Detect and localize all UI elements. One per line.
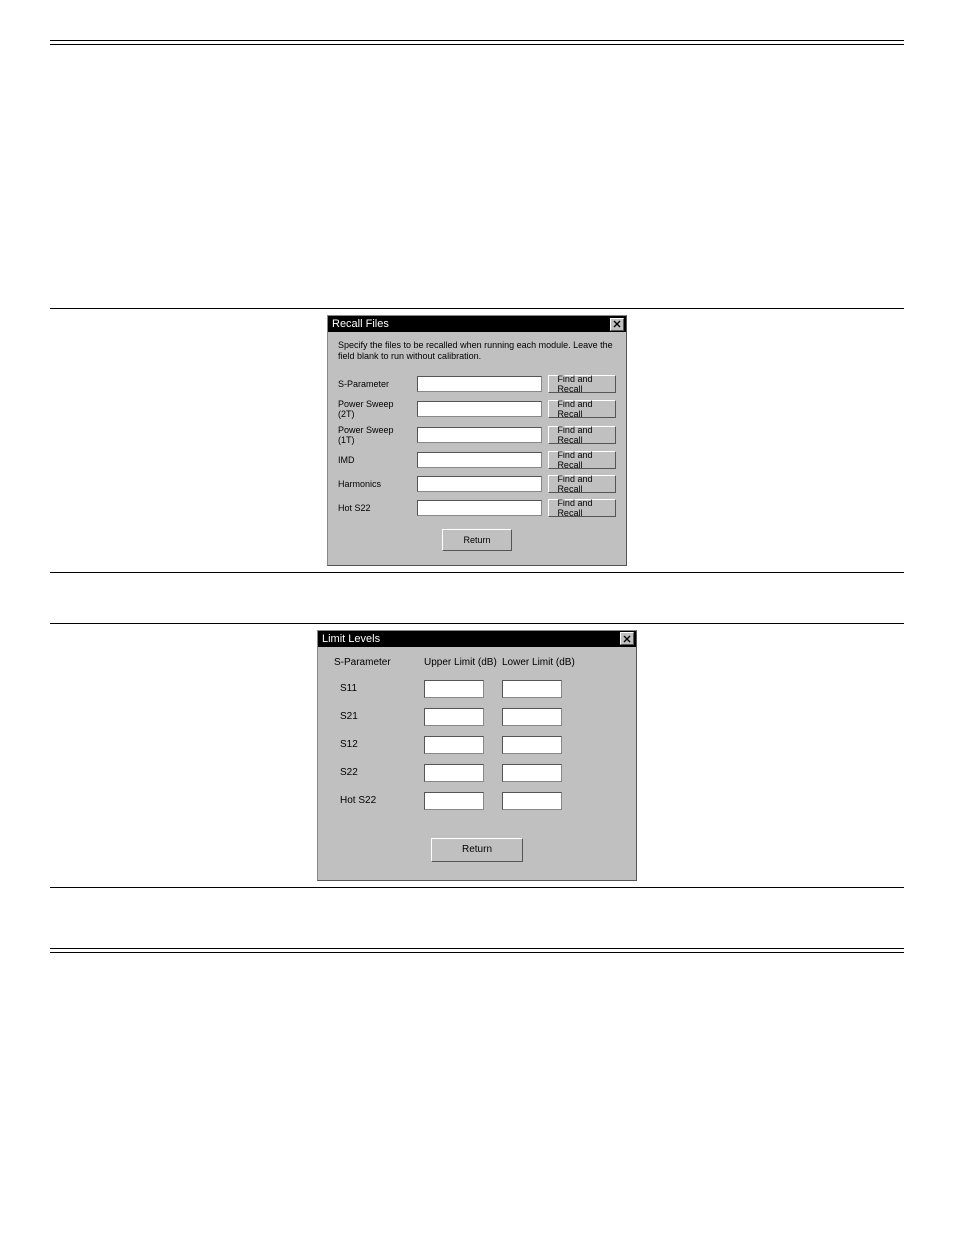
page-top-rule-1 <box>50 40 904 41</box>
limit-s21-lower-input[interactable] <box>502 708 562 726</box>
recall-imd-input[interactable] <box>417 452 542 468</box>
page-bottom-rule-2 <box>50 952 904 953</box>
limit-header-row: S-Parameter Upper Limit (dB) Lower Limit… <box>334 657 620 668</box>
figure-recall-files: Recall Files Specify the files to be rec… <box>50 308 904 573</box>
limit-row-label: S12 <box>334 739 424 750</box>
limit-return-button[interactable]: Return <box>431 838 523 862</box>
recall-row-label: Power Sweep (1T) <box>338 425 411 445</box>
limit-row-label: S21 <box>334 711 424 722</box>
limit-row: S22 <box>334 764 620 782</box>
limit-left-heading: S-Parameter <box>334 657 424 668</box>
limit-s11-upper-input[interactable] <box>424 680 484 698</box>
limit-title: Limit Levels <box>322 633 380 645</box>
find-recall-button[interactable]: Find and Recall <box>548 400 616 418</box>
limit-row: S11 <box>334 680 620 698</box>
limit-levels-dialog: Limit Levels S-Parameter Upper Limit (dB… <box>317 630 637 881</box>
recall-return-button[interactable]: Return <box>442 529 512 551</box>
limit-row-label: S22 <box>334 767 424 778</box>
close-icon[interactable] <box>610 318 624 331</box>
page-top-rule-2 <box>50 44 904 45</box>
find-recall-button[interactable]: Find and Recall <box>548 375 616 393</box>
recall-files-dialog: Recall Files Specify the files to be rec… <box>327 315 627 566</box>
figure-limit-levels: Limit Levels S-Parameter Upper Limit (dB… <box>50 623 904 888</box>
recall-row-label: IMD <box>338 455 411 465</box>
recall-row: Power Sweep (2T) Find and Recall <box>338 399 616 419</box>
recall-power-sweep-2t-input[interactable] <box>417 401 542 417</box>
close-icon[interactable] <box>620 632 634 645</box>
recall-harmonics-input[interactable] <box>417 476 542 492</box>
limit-upper-heading: Upper Limit (dB) <box>424 657 502 668</box>
limit-s21-upper-input[interactable] <box>424 708 484 726</box>
find-recall-button[interactable]: Find and Recall <box>548 475 616 493</box>
recall-instruction: Specify the files to be recalled when ru… <box>338 340 616 363</box>
limit-row: Hot S22 <box>334 792 620 810</box>
recall-title: Recall Files <box>332 318 389 330</box>
limit-s22-lower-input[interactable] <box>502 764 562 782</box>
page-bottom-rule-1 <box>50 948 904 949</box>
limit-lower-heading: Lower Limit (dB) <box>502 657 580 668</box>
recall-row-label: Hot S22 <box>338 503 411 513</box>
find-recall-button[interactable]: Find and Recall <box>548 426 616 444</box>
limit-row-label: Hot S22 <box>334 795 424 806</box>
recall-row-label: S-Parameter <box>338 379 411 389</box>
figure-rule-bottom <box>50 572 904 573</box>
recall-row-label: Harmonics <box>338 479 411 489</box>
recall-power-sweep-1t-input[interactable] <box>417 427 542 443</box>
limit-s11-lower-input[interactable] <box>502 680 562 698</box>
limit-s12-lower-input[interactable] <box>502 736 562 754</box>
limit-s22-upper-input[interactable] <box>424 764 484 782</box>
recall-row: Hot S22 Find and Recall <box>338 499 616 517</box>
limit-s12-upper-input[interactable] <box>424 736 484 754</box>
limit-titlebar: Limit Levels <box>318 631 636 647</box>
recall-hot-s22-input[interactable] <box>417 500 542 516</box>
find-recall-button[interactable]: Find and Recall <box>548 451 616 469</box>
recall-s-parameter-input[interactable] <box>417 376 542 392</box>
figure-rule-bottom <box>50 887 904 888</box>
recall-row: Power Sweep (1T) Find and Recall <box>338 425 616 445</box>
limit-row: S21 <box>334 708 620 726</box>
limit-row-label: S11 <box>334 683 424 694</box>
recall-row: S-Parameter Find and Recall <box>338 375 616 393</box>
recall-titlebar: Recall Files <box>328 316 626 332</box>
find-recall-button[interactable]: Find and Recall <box>548 499 616 517</box>
limit-hot-s22-lower-input[interactable] <box>502 792 562 810</box>
recall-row: Harmonics Find and Recall <box>338 475 616 493</box>
recall-row: IMD Find and Recall <box>338 451 616 469</box>
limit-row: S12 <box>334 736 620 754</box>
limit-hot-s22-upper-input[interactable] <box>424 792 484 810</box>
recall-row-label: Power Sweep (2T) <box>338 399 411 419</box>
